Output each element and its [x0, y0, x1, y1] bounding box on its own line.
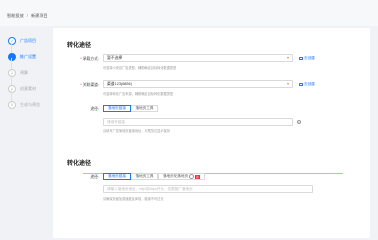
step-label: 推广设置: [20, 54, 36, 59]
chevron-down-icon: [287, 57, 289, 59]
step-marker: 5: [8, 101, 16, 109]
step-label: 预算: [20, 70, 28, 75]
breadcrumb-separator: /: [26, 13, 28, 18]
tab-landing-tool[interactable]: 落地页工具: [130, 105, 159, 112]
top-bar: [0, 0, 378, 26]
path-label: 途径:: [90, 107, 99, 111]
step-marker: [8, 53, 16, 61]
form-panel: 转化途径 *承载方式: 暂不选择 去创建 可选择小来自广告类型，辅助确定目标转化…: [53, 28, 370, 238]
path-tabs-2: 落地页链接 落地页工具 落地页化落地页 新: [103, 173, 205, 180]
carrier-value: 暂不选择: [107, 55, 123, 60]
new-badge: 新: [195, 174, 200, 179]
carrier-select[interactable]: 暂不选择: [103, 54, 293, 62]
landing-url-input[interactable]: 请填写链接: [103, 118, 293, 126]
step-marker: 4: [8, 85, 16, 93]
tab-landing-page-2[interactable]: 落地页化落地页 新: [157, 173, 205, 180]
step-promo-settings[interactable]: 推广设置: [8, 49, 48, 72]
channel-value: 渠道123(6856): [107, 81, 132, 86]
carrier-hint: 可选择小来自广告类型，辅助确定目标转化数据类型: [103, 66, 177, 70]
path-tabs: 落地页链接 落地页工具: [103, 105, 159, 112]
breadcrumb: 智能投放 / 新建项目: [7, 13, 48, 19]
create-carrier-link[interactable]: 去创建: [299, 56, 315, 61]
step-preview[interactable]: 5 生成与预览: [8, 97, 48, 113]
step-creative[interactable]: 4 创意素材: [8, 81, 48, 104]
step-label: 生成与预览: [20, 102, 40, 107]
channel-select[interactable]: 渠道123(6856): [103, 80, 293, 88]
step-ad-project[interactable]: ✓ 广告项目: [8, 33, 48, 56]
path-label-2: 途径:: [90, 175, 99, 179]
landing-url-input-2[interactable]: 请输入落地页地址，http或https开头，仅限推广落地页: [103, 185, 313, 193]
carrier-label: *承载方式:: [80, 57, 99, 61]
breadcrumb-current: 新建项目: [30, 13, 48, 18]
channel-label: *关联渠道:: [80, 83, 99, 87]
help-icon: [189, 174, 195, 179]
section-title-1: 转化途径: [67, 43, 92, 49]
tab-landing-link-2[interactable]: 落地页链接: [103, 173, 131, 180]
create-channel-link[interactable]: 去创建: [299, 82, 315, 87]
breadcrumb-home[interactable]: 智能投放: [7, 13, 24, 19]
step-label: 创意素材: [20, 86, 36, 91]
step-nav: ✓ 广告项目 推广设置 3 预算 4 创意素材 5 生成与预览: [8, 33, 48, 113]
step-budget[interactable]: 3 预算: [8, 65, 48, 88]
tab-landing-link[interactable]: 落地页链接: [103, 105, 131, 112]
section-title-2: 转化途径: [67, 161, 92, 167]
step-label: 广告项目: [20, 38, 36, 43]
step-marker: ✓: [8, 37, 16, 45]
landing-url-hint-2: 请确保页面加载速度及体验，链接不可过长: [103, 197, 164, 201]
link-icon: [299, 82, 303, 87]
step-marker: 3: [8, 69, 16, 77]
tab-landing-tool-2[interactable]: 落地页工具: [130, 173, 159, 180]
landing-url-hint: 请填写广告落地页链接地址，与预览位显示保持: [103, 129, 170, 133]
chevron-down-icon: [287, 83, 289, 85]
info-icon[interactable]: i: [297, 120, 301, 124]
channel-hint: 可选择转化广告来源，辅助确定目标转化数据类型: [103, 92, 174, 96]
link-icon: [299, 56, 303, 61]
